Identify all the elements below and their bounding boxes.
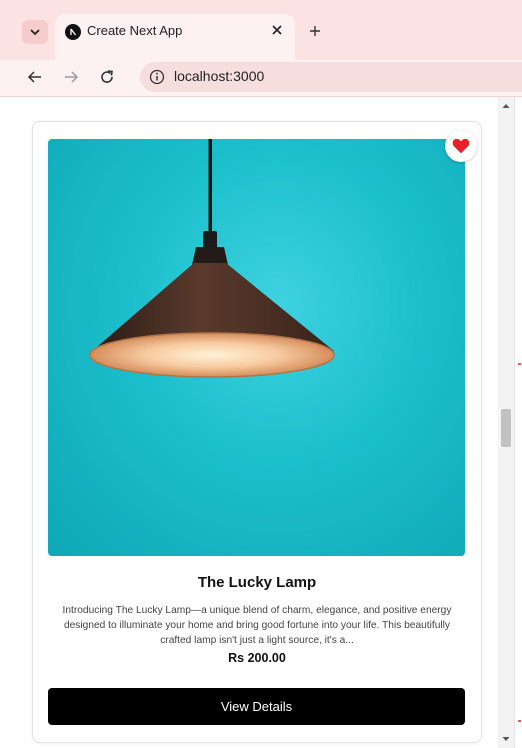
- scrollbar-thumb[interactable]: [501, 409, 511, 447]
- tab-close-button[interactable]: [268, 21, 286, 39]
- browser-toolbar: localhost:3000: [0, 60, 522, 96]
- tab-search-button[interactable]: [22, 20, 48, 44]
- reload-icon: [101, 70, 113, 83]
- heart-icon: [452, 138, 470, 154]
- arrow-left-icon: [27, 71, 41, 83]
- favorite-button[interactable]: [445, 130, 477, 162]
- forward-button[interactable]: [58, 64, 84, 90]
- product-description: Introducing The Lucky Lamp—a unique blen…: [62, 605, 452, 646]
- view-details-button[interactable]: View Details: [48, 688, 465, 725]
- new-tab-button[interactable]: [305, 21, 325, 41]
- pendant-lamp-illustration: [89, 139, 335, 378]
- adjacent-panel-edge: [514, 97, 522, 748]
- page-viewport: The Lucky Lamp Introducing The Lucky Lam…: [0, 97, 498, 748]
- plus-icon: [310, 26, 320, 36]
- scroll-down-arrow-icon[interactable]: [502, 735, 510, 743]
- back-button[interactable]: [22, 64, 48, 90]
- product-title: The Lucky Lamp: [197, 574, 317, 591]
- product-image: [48, 139, 465, 556]
- close-icon: [272, 25, 282, 35]
- scroll-up-arrow-icon[interactable]: [502, 102, 510, 110]
- arrow-right-icon: [65, 71, 79, 83]
- browser-tab[interactable]: Create Next App: [55, 14, 295, 60]
- product-card: The Lucky Lamp Introducing The Lucky Lam…: [32, 121, 482, 743]
- edge-marker: [518, 363, 521, 365]
- nextjs-favicon-icon: [65, 24, 81, 40]
- reload-button[interactable]: [94, 64, 120, 90]
- chevron-down-icon: [30, 29, 40, 36]
- address-bar[interactable]: localhost:3000: [140, 62, 522, 92]
- tab-title: Create Next App: [87, 23, 183, 38]
- page-scrollbar[interactable]: [498, 97, 514, 748]
- tab-strip: Create Next App: [0, 0, 522, 60]
- info-icon[interactable]: [149, 69, 165, 85]
- url-text[interactable]: localhost:3000: [174, 68, 264, 84]
- product-price: Rs 200.00: [228, 651, 286, 665]
- edge-marker: [518, 720, 521, 722]
